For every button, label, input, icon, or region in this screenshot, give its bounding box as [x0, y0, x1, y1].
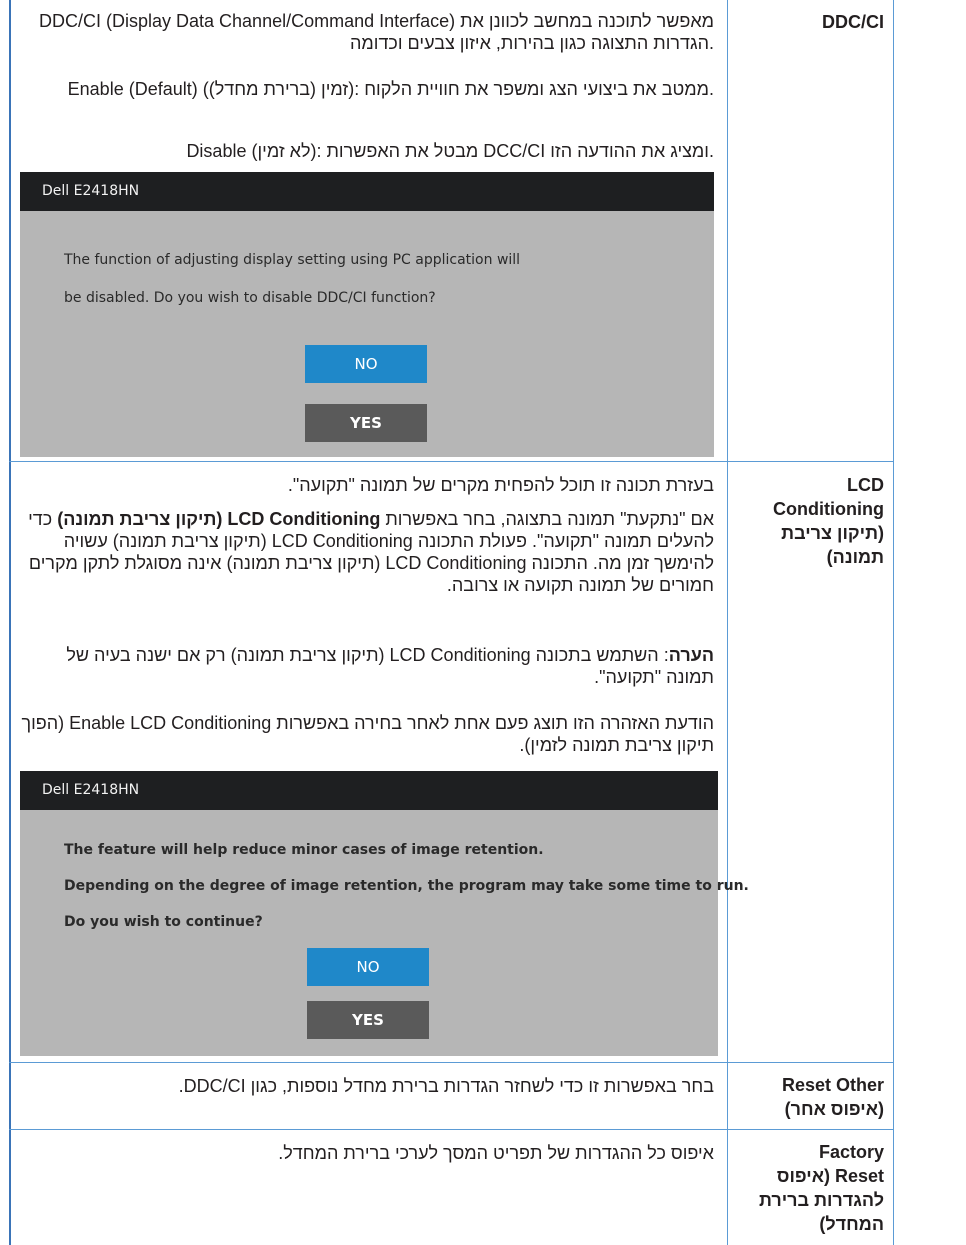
yes-button[interactable]: YES [307, 1001, 429, 1039]
row-label-reset-other: Reset Other (איפוס אחר) [734, 1073, 884, 1121]
row-divider [9, 1062, 894, 1063]
label-line: Reset Other [781, 1075, 884, 1095]
label-line: Reset (איפוס [776, 1166, 884, 1186]
label-line: להגדרות ברירת [759, 1190, 884, 1210]
no-button[interactable]: NO [307, 948, 429, 986]
dialog-message-line: be disabled. Do you wish to disable DDC/… [64, 290, 436, 306]
dialog-message-line: Depending on the degree of image retenti… [64, 878, 749, 894]
label-line: המחדל) [819, 1214, 884, 1234]
ddcci-enable-description: Enable (Default) (זמין (ברירת מחדל)): ממ… [67, 79, 714, 99]
label-line: תמונה) [826, 547, 884, 567]
lcd-description: אם "נתקעת" תמונה בתצוגה, בחר באפשרות LCD… [18, 508, 714, 596]
label-line: LCD [847, 475, 884, 495]
row-divider [9, 1129, 894, 1130]
table-left-border [9, 0, 11, 1245]
dialog-message-line: The feature will help reduce minor cases… [64, 842, 544, 858]
lcd-warning-description: הודעת האזהרה הזו תוצג פעם אחת לאחר בחירה… [21, 713, 714, 755]
ddcci-disable-dialog-image: Dell E2418HN The function of adjusting d… [20, 172, 714, 457]
table-column-divider [893, 0, 894, 1245]
note-label: הערה [668, 645, 714, 665]
note-text: : השתמש בתכונה LCD Conditioning (תיקון צ… [66, 645, 714, 687]
ddcci-description: DDC/CI (Display Data Channel/Command Int… [39, 11, 714, 53]
label-line: Factory [818, 1142, 884, 1162]
lcd-description-text: אם "נתקעת" תמונה בתצוגה, בחר באפשרות [380, 509, 714, 529]
row-label-ddcci: DDC/CI [822, 12, 884, 32]
dialog-title: Dell E2418HN [20, 771, 718, 810]
table-column-divider [727, 0, 728, 1245]
label-line: (תיקון צריבת [781, 523, 884, 543]
reset-other-description: בחר באפשרות זו כדי לשחזר הגדרות ברירת מח… [178, 1076, 714, 1096]
yes-button[interactable]: YES [305, 404, 427, 442]
row-label-factory-reset: Factory Reset (איפוס להגדרות ברירת המחדל… [734, 1140, 884, 1236]
lcd-intro: בעזרת תכונה זו תוכל להפחית מקרים של תמונ… [287, 475, 714, 495]
dialog-message-line: The function of adjusting display settin… [64, 252, 521, 268]
lcd-note: הערה: השתמש בתכונה LCD Conditioning (תיק… [18, 644, 714, 688]
lcd-option-name: LCD Conditioning (תיקון צריבת תמונה) [57, 509, 381, 529]
lcd-conditioning-dialog-image: Dell E2418HN The feature will help reduc… [20, 771, 749, 1056]
label-line: (איפוס אחר) [784, 1099, 884, 1119]
row-label-lcd-conditioning: LCD Conditioning (תיקון צריבת תמונה) [734, 473, 884, 569]
no-button[interactable]: NO [305, 345, 427, 383]
dialog-message-line: Do you wish to continue? [64, 914, 263, 930]
ddcci-disable-description: Disable (לא זמין): מבטל את האפשרות DCC/C… [186, 141, 714, 161]
dialog-title: Dell E2418HN [20, 172, 714, 211]
row-divider [9, 461, 894, 462]
label-line: Conditioning [773, 499, 884, 519]
factory-reset-description: איפוס כל ההגדרות של תפריט המסך לערכי ברי… [278, 1143, 714, 1163]
